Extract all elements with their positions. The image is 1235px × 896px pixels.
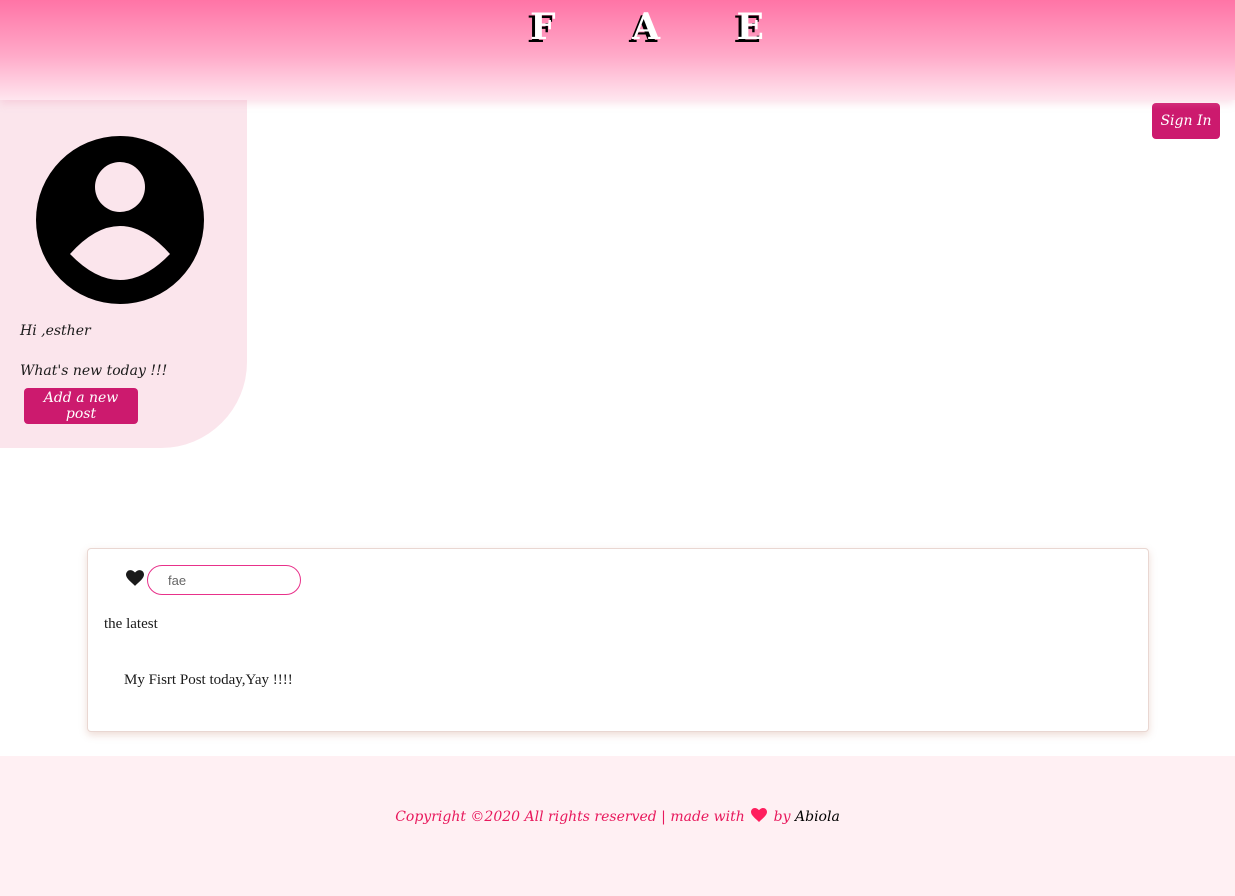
top-header: F A E — [0, 0, 1235, 100]
heart-icon[interactable] — [126, 570, 144, 586]
by-text: by — [773, 809, 791, 825]
post-body: My Fisrt Post today,Yay !!!! — [124, 672, 293, 688]
brand-logo[interactable]: F A E — [530, 6, 796, 48]
post-card: the latest My Fisrt Post today,Yay !!!! — [87, 548, 1149, 732]
sign-in-button[interactable]: Sign In — [1152, 103, 1220, 139]
footer-copyright: Copyright ©2020 All rights reserved | ma… — [0, 808, 1235, 825]
user-avatar-icon — [36, 136, 204, 304]
profile-sidebar: Hi ,esther What's new today !!! Add a ne… — [0, 100, 247, 448]
author-link[interactable]: Abiola — [795, 809, 840, 825]
post-title: the latest — [104, 616, 158, 632]
copyright-text: Copyright ©2020 All rights reserved | ma… — [395, 809, 745, 825]
heart-icon — [751, 808, 768, 822]
add-post-button[interactable]: Add a new post — [24, 388, 138, 424]
post-name-input[interactable] — [147, 565, 301, 595]
greeting-text: Hi ,esther — [20, 323, 91, 339]
page-footer: Copyright ©2020 All rights reserved | ma… — [0, 756, 1235, 896]
whats-new-text: What's new today !!! — [20, 363, 168, 379]
